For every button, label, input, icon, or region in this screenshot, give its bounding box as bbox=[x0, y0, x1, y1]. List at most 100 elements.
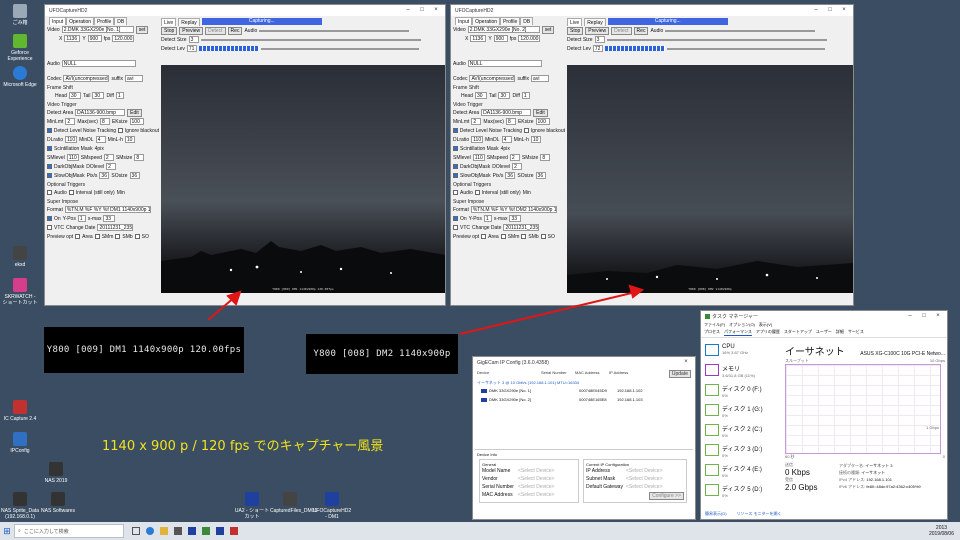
x-field[interactable]: 1136 bbox=[470, 35, 487, 42]
dolevel-field[interactable]: 2 bbox=[512, 163, 523, 170]
y-field[interactable]: 900 bbox=[493, 35, 508, 42]
eksize-field[interactable]: 100 bbox=[535, 118, 550, 125]
tab-processes[interactable]: プロセス bbox=[704, 329, 720, 336]
smlevel-field[interactable]: 110 bbox=[472, 154, 485, 161]
sidebar-item-disk1[interactable]: ディスク 1 (G:) 0% bbox=[701, 401, 781, 421]
tab-db[interactable]: DB bbox=[114, 17, 128, 25]
desktop-icon-iccapture[interactable]: IC Capture 2.4 bbox=[2, 400, 38, 422]
ignore-blackout-checkbox[interactable] bbox=[118, 128, 123, 133]
slowobj-checkbox[interactable] bbox=[453, 173, 458, 178]
audio-trigger-checkbox[interactable] bbox=[47, 190, 52, 195]
sidebar-item-disk0[interactable]: ディスク 0 (F:) 0% bbox=[701, 381, 781, 401]
mindl-field[interactable]: 4 bbox=[501, 136, 512, 143]
detect-button[interactable]: Detect bbox=[611, 26, 632, 35]
tab-live[interactable]: Live bbox=[161, 17, 177, 26]
ypos-field[interactable]: 1 bbox=[77, 215, 86, 222]
app-icon[interactable] bbox=[230, 527, 238, 535]
audio-slider[interactable] bbox=[259, 29, 410, 32]
audio-select[interactable]: NULL bbox=[61, 60, 136, 67]
area-checkbox[interactable] bbox=[75, 234, 81, 239]
camera-select[interactable]: 2.DMK 33GX290e [No. 1] bbox=[61, 26, 134, 33]
edge-icon[interactable] bbox=[146, 527, 154, 535]
tab-input[interactable]: Input bbox=[455, 17, 473, 25]
suffix-field[interactable]: avi bbox=[531, 75, 550, 82]
preview-button[interactable]: Preview bbox=[179, 26, 204, 35]
date-field[interactable]: 20111231_235959 bbox=[503, 224, 540, 231]
noise-tracking-checkbox[interactable] bbox=[453, 128, 458, 133]
maxlmt-field[interactable]: 8 bbox=[505, 118, 516, 125]
tab-profile[interactable]: Profile bbox=[500, 17, 521, 25]
desktop-icon-ua2[interactable]: UA2 - ショートカット bbox=[234, 492, 270, 520]
stop-button[interactable]: Stop bbox=[567, 26, 584, 35]
head-field[interactable]: 30 bbox=[474, 92, 487, 99]
set-button[interactable]: set bbox=[135, 25, 149, 34]
update-button[interactable]: Update bbox=[668, 370, 691, 378]
smlevel-field[interactable]: 110 bbox=[66, 154, 79, 161]
detect-size-slider[interactable] bbox=[606, 38, 827, 41]
pix-field[interactable]: 36 bbox=[505, 172, 516, 179]
resource-monitor-link[interactable]: リソース モニターを開く bbox=[737, 511, 782, 517]
minimize-icon[interactable]: – bbox=[401, 5, 415, 16]
tab-operation[interactable]: Operation bbox=[472, 17, 501, 25]
codec-select[interactable]: AVI(uncompressed) bbox=[469, 75, 516, 82]
detect-area-field[interactable]: DA1136-900.bmp bbox=[481, 109, 532, 116]
stop-button[interactable]: Stop bbox=[161, 26, 178, 35]
detect-area-field[interactable]: DA1136-900.bmp bbox=[75, 109, 126, 116]
noise-tracking-checkbox[interactable] bbox=[47, 128, 52, 133]
menu-view[interactable]: 表示(V) bbox=[759, 322, 772, 328]
rec-button[interactable]: Rec bbox=[633, 26, 649, 35]
detect-lev-field[interactable]: 72 bbox=[592, 45, 603, 52]
mindl-field[interactable]: 4 bbox=[95, 136, 106, 143]
desktop-icon-skrwatch[interactable]: SKRWATCH - ショートカット bbox=[2, 278, 38, 306]
scintillation-checkbox[interactable] bbox=[453, 146, 458, 151]
interval-checkbox[interactable] bbox=[68, 190, 74, 195]
desktop-icon-nas2019[interactable]: NAS 2019 bbox=[38, 462, 74, 484]
tab-profile[interactable]: Profile bbox=[94, 17, 115, 25]
so-checkbox[interactable] bbox=[134, 234, 140, 239]
tab-details[interactable]: 詳細 bbox=[836, 329, 844, 336]
dlratio-field[interactable]: 110 bbox=[471, 136, 484, 143]
slowobj-checkbox[interactable] bbox=[47, 173, 52, 178]
detect-lev-slider[interactable] bbox=[666, 47, 825, 50]
detect-lev-field[interactable]: 71 bbox=[186, 45, 197, 52]
maximize-icon[interactable]: □ bbox=[823, 5, 837, 16]
desktop-icon-ekxd[interactable]: ekxd bbox=[2, 246, 38, 268]
search-box[interactable]: ⌕ ここに入力して検索 bbox=[14, 524, 124, 538]
smm-checkbox[interactable] bbox=[500, 234, 506, 239]
dlratio-field[interactable]: 110 bbox=[65, 136, 78, 143]
minimize-icon[interactable]: – bbox=[809, 5, 823, 16]
scintillation-checkbox[interactable] bbox=[47, 146, 52, 151]
tab-replay[interactable]: Replay bbox=[178, 17, 200, 26]
tail-field[interactable]: 30 bbox=[498, 92, 511, 99]
tab-startup[interactable]: スタートアップ bbox=[784, 329, 812, 336]
audio-trigger-checkbox[interactable] bbox=[453, 190, 458, 195]
close-icon[interactable]: × bbox=[837, 5, 851, 16]
explorer-icon[interactable] bbox=[160, 527, 168, 535]
suffix-field[interactable]: avi bbox=[125, 75, 144, 82]
edit-button[interactable]: Edit bbox=[533, 108, 548, 117]
area-checkbox[interactable] bbox=[481, 234, 487, 239]
detect-size-field[interactable]: 3 bbox=[594, 36, 605, 43]
tab-services[interactable]: サービス bbox=[848, 329, 864, 336]
minimize-icon[interactable]: – bbox=[903, 311, 917, 322]
tab-db[interactable]: DB bbox=[520, 17, 534, 25]
tab-users[interactable]: ユーザー bbox=[816, 329, 832, 336]
interval-checkbox[interactable] bbox=[474, 190, 480, 195]
task-view-icon[interactable] bbox=[132, 527, 140, 535]
desktop-icon-ufohd2[interactable]: UFOCaptureHD2 - DM1 bbox=[312, 492, 352, 520]
sidebar-item-disk4[interactable]: ディスク 4 (E:) 0% bbox=[701, 461, 781, 481]
app-icon[interactable] bbox=[188, 527, 196, 535]
sidebar-item-memory[interactable]: メモリ 3.6/31.8 GB (11%) bbox=[701, 361, 781, 381]
dolevel-field[interactable]: 2 bbox=[106, 163, 117, 170]
menu-file[interactable]: ファイル(F) bbox=[704, 322, 725, 328]
tab-performance[interactable]: パフォーマンス bbox=[724, 329, 752, 336]
maxlmt-field[interactable]: 8 bbox=[99, 118, 110, 125]
smspeed-field[interactable]: 2 bbox=[103, 154, 114, 161]
vtc-checkbox[interactable] bbox=[47, 225, 52, 230]
table-row[interactable]: DMK 33GX290e [No. 1] 000748E045D9 192.16… bbox=[473, 386, 695, 395]
ignore-blackout-checkbox[interactable] bbox=[524, 128, 529, 133]
on-checkbox[interactable] bbox=[47, 216, 52, 221]
tab-operation[interactable]: Operation bbox=[66, 17, 95, 25]
app-icon[interactable] bbox=[216, 527, 224, 535]
app-icon[interactable] bbox=[202, 527, 210, 535]
